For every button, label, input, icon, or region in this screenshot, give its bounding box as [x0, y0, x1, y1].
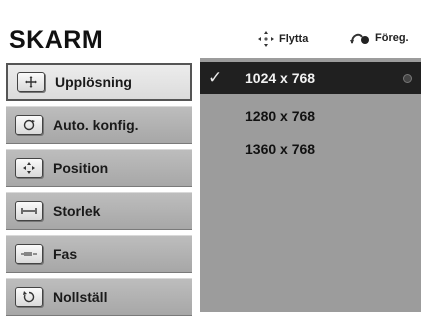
menu-item-label: Fas — [53, 246, 78, 262]
move-arrows-icon — [258, 31, 274, 47]
position-icon — [15, 158, 43, 178]
back-icon — [350, 33, 369, 44]
size-icon — [15, 201, 43, 221]
checkmark-icon: ✓ — [208, 68, 223, 87]
resolution-icon — [17, 72, 45, 92]
header: SKARM Flytta Föreg. — [0, 0, 421, 58]
menu-item-size[interactable]: Storlek — [6, 192, 192, 230]
menu-item-label: Upplösning — [55, 74, 132, 90]
move-hint-label: Flytta — [279, 33, 309, 45]
phase-icon — [15, 244, 43, 264]
auto-config-icon — [15, 115, 43, 135]
resolution-option-1024x768[interactable]: ✓ 1024 x 768 — [200, 62, 421, 94]
move-hint: Flytta — [258, 31, 308, 47]
option-label: 1360 x 768 — [245, 141, 316, 157]
resolution-option-1280x768[interactable]: 1280 x 768 — [200, 100, 421, 132]
osd-screen-menu: SKARM Flytta Föreg. Upplösning Auto. kon… — [0, 0, 421, 316]
menu-item-phase[interactable]: Fas — [6, 235, 192, 273]
menu-item-label: Nollställ — [53, 289, 108, 305]
option-label: 1024 x 768 — [245, 70, 316, 86]
menu-item-label: Position — [53, 160, 109, 176]
menu-item-auto-config[interactable]: Auto. konfig. — [6, 106, 192, 144]
resolution-option-1360x768[interactable]: 1360 x 768 — [200, 133, 421, 165]
menu-item-label: Auto. konfig. — [53, 117, 139, 133]
selected-dot-icon — [403, 74, 412, 83]
resolution-options-panel: ✓ 1024 x 768 1280 x 768 1360 x 768 — [200, 58, 421, 312]
menu-item-reset[interactable]: Nollställ — [6, 278, 192, 316]
option-label: 1280 x 768 — [245, 108, 316, 124]
page-title: SKARM — [9, 26, 104, 54]
back-hint-label: Föreg. — [375, 32, 409, 44]
reset-icon — [15, 287, 43, 307]
back-hint: Föreg. — [350, 31, 409, 45]
menu-item-resolution[interactable]: Upplösning — [6, 63, 192, 101]
settings-menu: Upplösning Auto. konfig. Position Storle… — [0, 58, 200, 316]
menu-item-position[interactable]: Position — [6, 149, 192, 187]
menu-item-label: Storlek — [53, 203, 101, 219]
